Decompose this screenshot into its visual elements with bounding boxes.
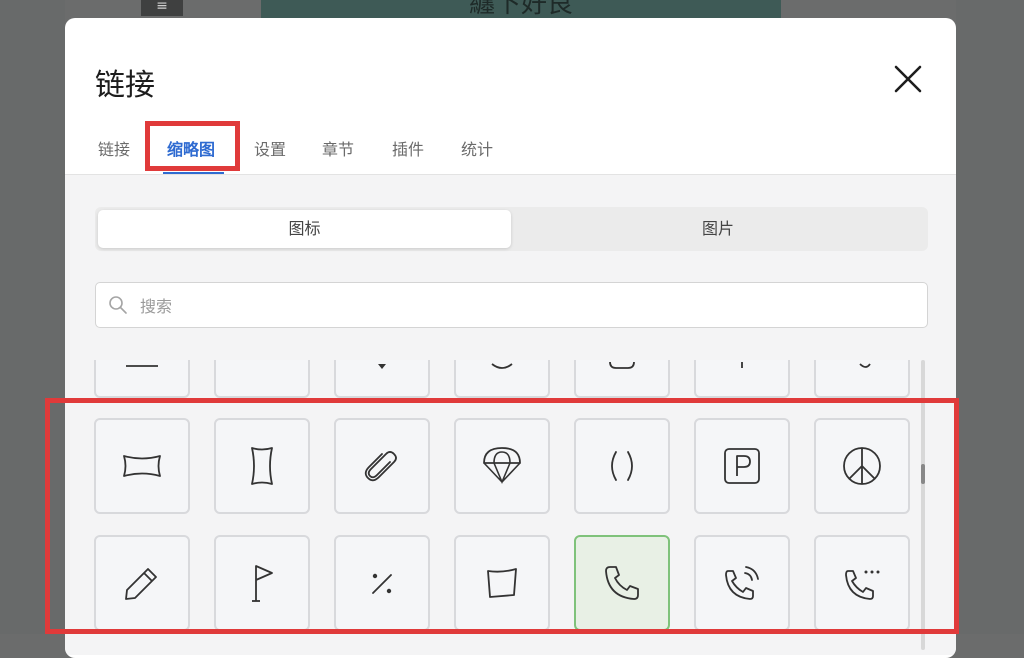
tab-settings[interactable]: 设置	[254, 136, 286, 160]
partial-icon-5	[609, 361, 635, 369]
background-menu-icon: ≡	[141, 0, 183, 16]
icon-cell[interactable]	[334, 360, 430, 398]
icon-image-toggle: 图标 图片	[95, 207, 928, 251]
icon-cell[interactable]	[694, 360, 790, 398]
icon-cell[interactable]	[94, 360, 190, 398]
search-input[interactable]	[138, 291, 902, 321]
partial-icon-6	[741, 362, 743, 368]
icon-cell[interactable]	[574, 360, 670, 398]
partial-icon-4	[491, 363, 513, 369]
background-banner: 纏下好良	[261, 0, 781, 18]
tab-plugins[interactable]: 插件	[392, 136, 424, 160]
segment-images[interactable]: 图片	[511, 210, 925, 248]
dialog-title: 链接	[95, 68, 155, 103]
partial-icon-1	[126, 365, 158, 367]
partial-icon-3	[378, 364, 386, 369]
partial-icon-2	[240, 360, 284, 372]
icon-cell[interactable]	[814, 360, 910, 398]
highlight-thumbnail-tab	[145, 121, 240, 171]
tab-chapters[interactable]: 章节	[322, 136, 354, 160]
search-box	[95, 282, 928, 328]
segment-icons[interactable]: 图标	[98, 210, 511, 248]
icon-cell[interactable]	[214, 360, 310, 398]
tab-statistics[interactable]: 统计	[461, 136, 493, 160]
search-icon	[108, 295, 128, 315]
background-right	[956, 0, 1024, 634]
partial-icon-7	[859, 363, 871, 368]
icon-cell[interactable]	[454, 360, 550, 398]
close-icon[interactable]	[893, 64, 923, 94]
highlight-icon-rows	[45, 398, 959, 634]
tab-link[interactable]: 链接	[98, 136, 130, 160]
